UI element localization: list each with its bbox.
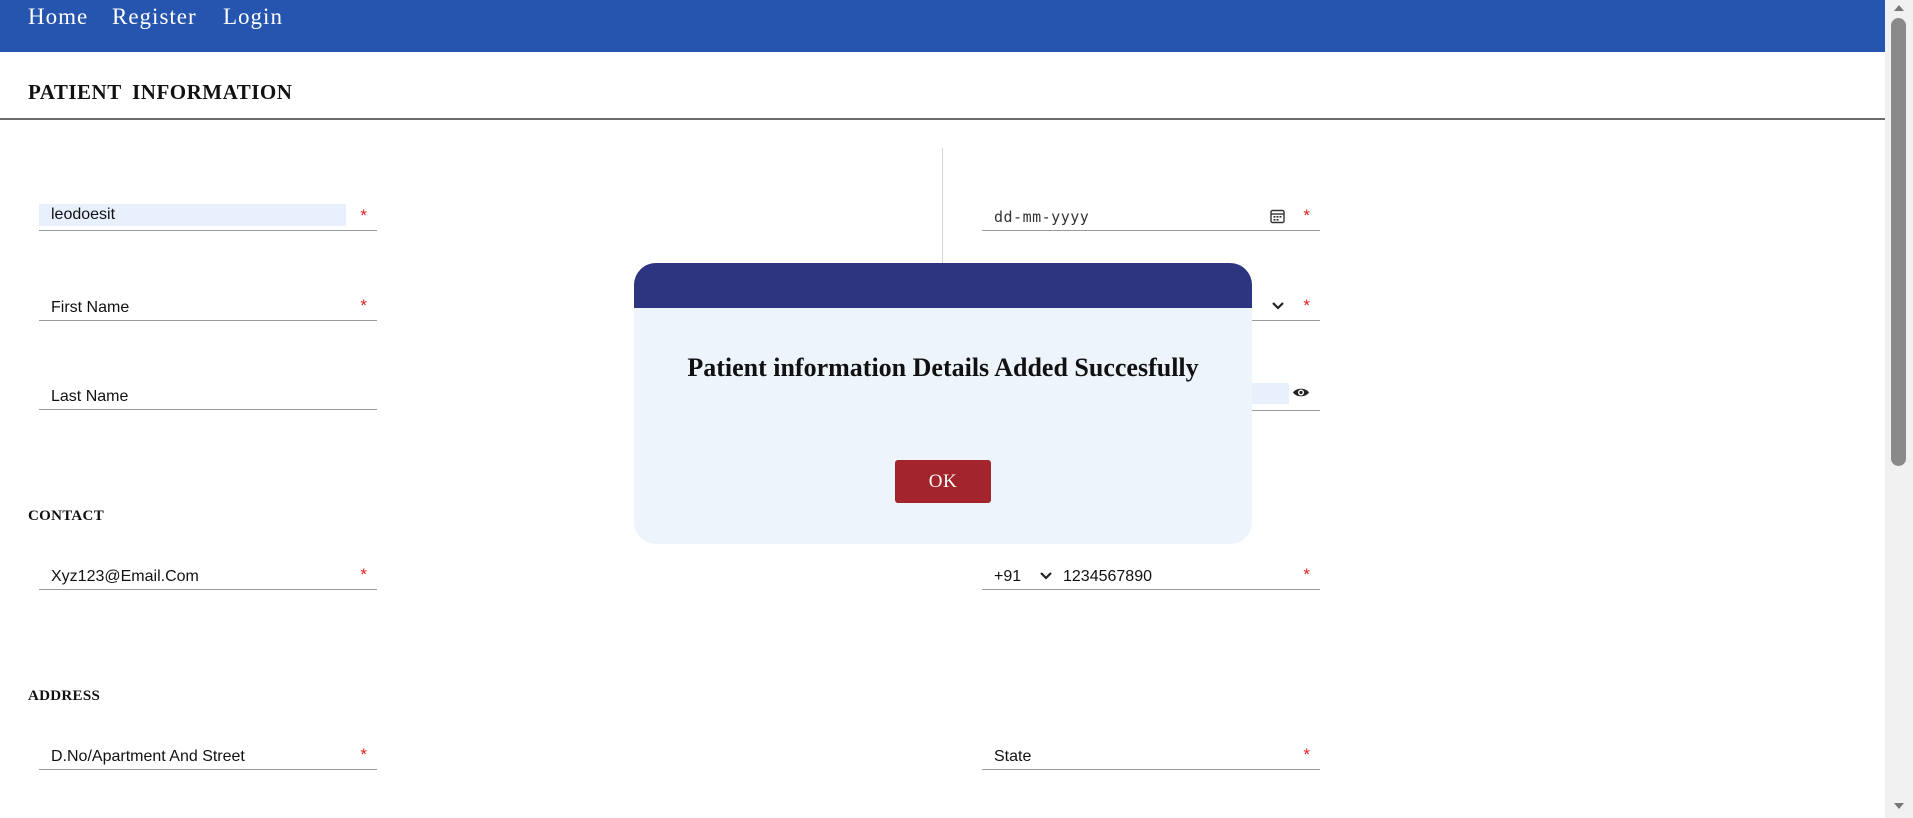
chevron-down-icon[interactable] (1271, 301, 1285, 311)
required-indicator: * (360, 296, 367, 315)
ok-button[interactable]: OK (895, 460, 991, 503)
last-name-field[interactable]: Last Name (39, 382, 377, 410)
first-name-field[interactable]: First Name * (39, 293, 377, 321)
username-value: leodoesit (51, 206, 116, 223)
nav-register-link[interactable]: Register (112, 4, 197, 30)
title-divider (0, 118, 1885, 120)
state-placeholder: State (994, 748, 1032, 765)
scroll-up-arrow-icon[interactable] (1893, 4, 1905, 12)
chevron-down-icon[interactable] (1039, 571, 1053, 581)
required-indicator: * (1303, 565, 1310, 584)
scrollbar-thumb[interactable] (1891, 18, 1906, 466)
required-indicator: * (1303, 745, 1310, 764)
street-address-field[interactable]: D.No/Apartment And Street * (39, 742, 377, 770)
country-code-select[interactable]: +91 (994, 568, 1021, 586)
required-indicator: * (1303, 206, 1310, 225)
modal-message: Patient information Details Added Succes… (687, 353, 1199, 382)
street-placeholder: D.No/Apartment And Street (51, 748, 245, 765)
eye-icon[interactable] (1292, 386, 1310, 399)
top-navbar: Home Register Login (0, 0, 1885, 52)
modal-header (634, 263, 1252, 308)
nav-login-link[interactable]: Login (223, 4, 283, 30)
state-field[interactable]: State * (982, 742, 1320, 770)
required-indicator: * (360, 206, 367, 225)
required-indicator: * (360, 745, 367, 764)
email-value: Xyz123@Email.Com (51, 568, 199, 585)
date-of-birth-field[interactable]: dd-mm-yyyy * (982, 203, 1320, 231)
phone-field[interactable]: +91 1234567890 * (982, 562, 1320, 590)
nav-home-link[interactable]: Home (28, 4, 88, 30)
email-field[interactable]: Xyz123@Email.Com * (39, 562, 377, 590)
first-name-placeholder: First Name (51, 299, 130, 316)
last-name-placeholder: Last Name (51, 388, 129, 405)
scroll-down-arrow-icon[interactable] (1893, 802, 1905, 810)
calendar-icon[interactable] (1270, 208, 1285, 224)
username-field[interactable]: leodoesit * (39, 203, 377, 231)
success-modal: Patient information Details Added Succes… (634, 263, 1252, 544)
address-section-label: ADDRESS (28, 688, 101, 704)
phone-value: 1234567890 (1063, 568, 1152, 585)
page-title: PATIENT INFORMATION (28, 80, 293, 104)
dob-placeholder: dd-mm-yyyy (994, 208, 1090, 226)
required-indicator: * (360, 565, 367, 584)
required-indicator: * (1303, 296, 1310, 315)
column-divider (942, 148, 943, 280)
contact-section-label: CONTACT (28, 508, 104, 524)
vertical-scrollbar[interactable] (1885, 0, 1913, 818)
